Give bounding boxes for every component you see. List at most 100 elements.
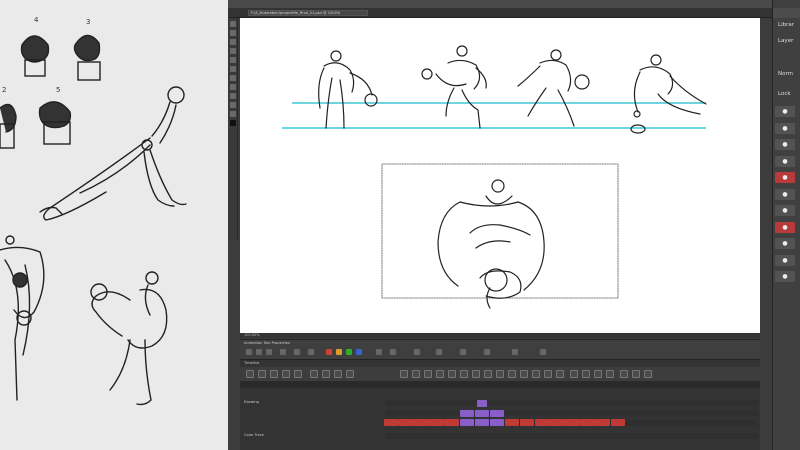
visibility-eye-icon[interactable]: ● xyxy=(775,221,795,233)
visibility-eye-icon[interactable]: ● xyxy=(775,172,795,183)
timeline-option-button[interactable] xyxy=(594,370,602,378)
timeline-option-button[interactable] xyxy=(620,370,628,378)
timeline-option-button[interactable] xyxy=(582,370,590,378)
shape-tool-icon[interactable] xyxy=(230,84,236,90)
tool-option-icon[interactable] xyxy=(540,349,546,355)
next-frame-button[interactable] xyxy=(282,370,290,378)
timeline-option-button[interactable] xyxy=(544,370,552,378)
tool-option-icon[interactable] xyxy=(280,349,286,355)
lasso-tool-icon[interactable] xyxy=(230,66,236,72)
timeline-cel-keyframe[interactable] xyxy=(489,410,505,417)
timeline-option-button[interactable] xyxy=(644,370,652,378)
timeline-cel[interactable] xyxy=(414,419,429,426)
timeline-option-button[interactable] xyxy=(606,370,614,378)
tool-option-icon[interactable] xyxy=(414,349,420,355)
tool-option-icon[interactable] xyxy=(266,349,272,355)
tool-option-icon[interactable] xyxy=(256,349,262,355)
timeline-option-button[interactable] xyxy=(556,370,564,378)
timeline-option-button[interactable] xyxy=(424,370,432,378)
timeline-option-button[interactable] xyxy=(460,370,468,378)
pencil-tool-icon[interactable] xyxy=(230,30,236,36)
tool-option-icon[interactable] xyxy=(376,349,382,355)
timeline-track[interactable] xyxy=(385,400,757,406)
timeline-cel-keyframe[interactable] xyxy=(474,410,490,417)
visibility-eye-icon[interactable]: ● xyxy=(775,254,795,266)
timeline-cel[interactable] xyxy=(550,419,565,426)
timeline-option-button[interactable] xyxy=(436,370,444,378)
visibility-eye-icon[interactable]: ● xyxy=(775,271,795,282)
timeline-track[interactable] xyxy=(385,410,757,416)
layer-label-drawing[interactable]: Drawing xyxy=(244,400,259,404)
visibility-eye-icon[interactable]: ● xyxy=(775,139,795,150)
zoom-tool-icon[interactable] xyxy=(230,111,236,117)
timeline-cel[interactable] xyxy=(580,419,595,426)
drawing-canvas[interactable] xyxy=(240,18,760,333)
timeline-option-button[interactable] xyxy=(472,370,480,378)
timeline-option-button[interactable] xyxy=(400,370,408,378)
select-tool-icon[interactable] xyxy=(230,48,236,54)
fill-tool-icon[interactable] xyxy=(230,75,236,81)
eraser-tool-icon[interactable] xyxy=(230,39,236,45)
color-chip-red-icon[interactable] xyxy=(326,349,332,355)
timeline-option-button[interactable] xyxy=(508,370,516,378)
timeline-option-button[interactable] xyxy=(412,370,420,378)
timeline-ruler[interactable] xyxy=(240,381,760,388)
visibility-eye-icon[interactable]: ● xyxy=(775,106,795,117)
timeline-track[interactable] xyxy=(385,433,757,439)
tool-option-icon[interactable] xyxy=(246,349,252,355)
tool-option-icon[interactable] xyxy=(512,349,518,355)
tool-option-icon[interactable] xyxy=(436,349,442,355)
prev-frame-button[interactable] xyxy=(258,370,266,378)
timeline-cel[interactable] xyxy=(565,419,580,426)
timeline-cel[interactable] xyxy=(429,419,444,426)
visibility-eye-icon[interactable]: ● xyxy=(775,188,795,200)
first-frame-button[interactable] xyxy=(246,370,254,378)
timeline-cel[interactable] xyxy=(459,419,474,426)
tool-option-icon[interactable] xyxy=(484,349,490,355)
timeline-option-button[interactable] xyxy=(520,370,528,378)
tool-option-icon[interactable] xyxy=(460,349,466,355)
visibility-eye-icon[interactable]: ● xyxy=(775,122,795,134)
libraries-tab[interactable]: Librar xyxy=(778,22,794,28)
onion-skin-button[interactable] xyxy=(322,370,330,378)
timeline-cel[interactable] xyxy=(519,419,535,426)
timeline-cel[interactable] xyxy=(595,419,610,426)
timeline-cel-keyframe[interactable] xyxy=(459,410,474,417)
timeline-option-button[interactable] xyxy=(632,370,640,378)
document-tab[interactable]: F:/A_Illustration/projectfile_Final_01.p… xyxy=(248,10,368,16)
loop-button[interactable] xyxy=(310,370,318,378)
tool-option-icon[interactable] xyxy=(390,349,396,355)
timeline-cel[interactable] xyxy=(489,419,505,426)
color-chip-green-icon[interactable] xyxy=(346,349,352,355)
visibility-eye-icon[interactable]: ● xyxy=(775,238,795,249)
new-cel-button[interactable] xyxy=(334,370,342,378)
timeline-cel[interactable] xyxy=(474,419,490,426)
delete-cel-button[interactable] xyxy=(346,370,354,378)
play-button[interactable] xyxy=(270,370,278,378)
visibility-eye-icon[interactable]: ● xyxy=(775,205,795,216)
timeline-cel[interactable] xyxy=(384,419,399,426)
last-frame-button[interactable] xyxy=(294,370,302,378)
move-tool-icon[interactable] xyxy=(230,57,236,63)
timeline-cel[interactable] xyxy=(610,419,625,426)
layers-tab[interactable]: Layer xyxy=(778,38,793,44)
color-swatch-icon[interactable] xyxy=(230,120,236,126)
hand-tool-icon[interactable] xyxy=(230,102,236,108)
brush-tool-icon[interactable] xyxy=(230,21,236,27)
timeline-cel[interactable] xyxy=(444,419,459,426)
layer-label-color-track[interactable]: Color Track xyxy=(244,433,264,437)
timeline-option-button[interactable] xyxy=(570,370,578,378)
text-tool-icon[interactable] xyxy=(230,93,236,99)
timeline-cel-keyframe[interactable] xyxy=(476,400,487,407)
tool-option-icon[interactable] xyxy=(294,349,300,355)
blend-mode-select[interactable]: Norm xyxy=(778,71,793,77)
timeline-option-button[interactable] xyxy=(496,370,504,378)
tool-option-icon[interactable] xyxy=(308,349,314,355)
timeline-option-button[interactable] xyxy=(484,370,492,378)
timeline-cel[interactable] xyxy=(535,419,550,426)
timeline-cel[interactable] xyxy=(504,419,520,426)
timeline-option-button[interactable] xyxy=(532,370,540,378)
visibility-eye-icon[interactable]: ● xyxy=(775,155,795,167)
timeline-option-button[interactable] xyxy=(448,370,456,378)
color-chip-blue-icon[interactable] xyxy=(356,349,362,355)
